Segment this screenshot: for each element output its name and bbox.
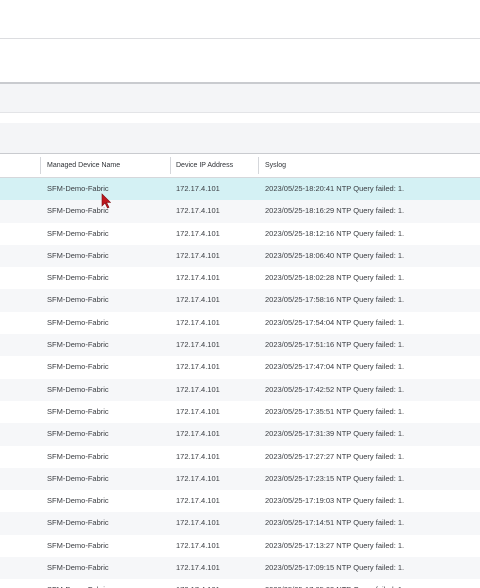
device-name-cell: SFM-Demo-Fabric: [47, 579, 109, 588]
table-row[interactable]: SFM-Demo-Fabric 172.17.4.101 2023/05/25-17…: [0, 334, 480, 357]
table-row[interactable]: SFM-Demo-Fabric 172.17.4.101 2023/05/25-17…: [0, 423, 480, 446]
syslog-page: Managed Device Name Device IP Address Sy…: [0, 0, 480, 588]
device-name-cell: SFM-Demo-Fabric: [47, 473, 109, 483]
device-name-cell: SFM-Demo-Fabric: [47, 317, 109, 327]
device-name-cell: SFM-Demo-Fabric: [47, 563, 109, 573]
syslog-cell: 2023/05/25-18:02:28 NTP Query failed: 1.: [265, 273, 405, 283]
mouse-pointer-icon: [101, 193, 111, 209]
ip-address-cell: 172.17.4.101: [176, 295, 220, 305]
table-row[interactable]: SFM-Demo-Fabric 172.17.4.101 2023/05/25-17…: [0, 467, 480, 491]
table-row[interactable]: SFM-Demo-Fabric 172.17.4.101 2023/05/25-18…: [0, 267, 480, 290]
device-name-cell: SFM-Demo-Fabric: [47, 340, 109, 350]
column-header-device-ip-address[interactable]: Device IP Address: [176, 154, 233, 177]
syslog-cell: 2023/05/25-17:58:16 NTP Query failed: 1.: [265, 295, 405, 305]
device-name-cell: SFM-Demo-Fabric: [47, 540, 109, 550]
syslog-cell: 2023/05/25-17:05:03 NTP Query failed: 1.: [265, 579, 404, 588]
syslog-cell: 2023/05/25-18:06:40 NTP Query failed: 1.: [265, 250, 405, 260]
ip-address-cell: 172.17.4.101: [176, 273, 220, 283]
device-name-cell: SFM-Demo-Fabric: [47, 273, 109, 283]
device-name-cell: SFM-Demo-Fabric: [47, 250, 109, 260]
table-row[interactable]: SFM-Demo-Fabric 172.17.4.101 2023/05/25-17…: [0, 400, 480, 424]
syslog-cell: 2023/05/25-17:47:04 NTP Query failed: 1.: [265, 362, 405, 372]
ip-address-cell: 172.17.4.101: [176, 184, 220, 193]
ip-address-cell: 172.17.4.101: [176, 250, 220, 260]
device-name-cell: SFM-Demo-Fabric: [47, 384, 109, 394]
filter-bar: [0, 39, 480, 84]
syslog-cell: 2023/05/25-17:31:39 NTP Query failed: 1.: [265, 429, 405, 439]
syslog-cell: 2023/05/25-17:35:51 NTP Query failed: 1.: [265, 406, 405, 416]
syslog-cell: 2023/05/25-17:13:27 NTP Query failed: 1.: [265, 540, 405, 550]
table-row[interactable]: SFM-Demo-Fabric 172.17.4.101 2023/05/25-17…: [0, 311, 480, 335]
ip-address-cell: 172.17.4.101: [176, 340, 220, 350]
syslog-cell: 2023/05/25-18:16:29 NTP Query failed: 1.: [265, 206, 405, 216]
ip-address-cell: 172.17.4.101: [176, 362, 220, 372]
table-row[interactable]: SFM-Demo-Fabric 172.17.4.101 2023/05/25-18…: [0, 200, 480, 223]
table-row[interactable]: SFM-Demo-Fabric 172.17.4.101 2023/05/25-17…: [0, 579, 480, 588]
ip-address-cell: 172.17.4.101: [176, 206, 220, 216]
device-name-cell: SFM-Demo-Fabric: [47, 228, 109, 238]
table-row[interactable]: SFM-Demo-Fabric 172.17.4.101 2023/05/25-18…: [0, 222, 480, 245]
spacer: [0, 113, 480, 123]
section-header: [0, 84, 480, 113]
device-name-cell: SFM-Demo-Fabric: [47, 295, 109, 305]
column-header-managed-device-name[interactable]: Managed Device Name: [47, 154, 120, 177]
ip-address-cell: 172.17.4.101: [176, 317, 220, 327]
ip-address-cell: 172.17.4.101: [176, 406, 220, 416]
ip-address-cell: 172.17.4.101: [176, 473, 220, 483]
ip-address-cell: 172.17.4.101: [176, 429, 220, 439]
column-header-syslog[interactable]: Syslog: [265, 154, 286, 177]
table-row[interactable]: SFM-Demo-Fabric 172.17.4.101 2023/05/25-17…: [0, 490, 480, 513]
device-name-cell: SFM-Demo-Fabric: [47, 206, 109, 216]
table-toolbar: [0, 123, 480, 154]
top-toolbar: [0, 0, 480, 39]
ip-address-cell: 172.17.4.101: [176, 451, 220, 461]
syslog-cell: 2023/05/25-17:51:16 NTP Query failed: 1.: [265, 340, 405, 350]
table-row[interactable]: SFM-Demo-Fabric 172.17.4.101 2023/05/25-17…: [0, 445, 480, 468]
syslog-cell: 2023/05/25-18:20:41 NTP Query failed: 1.: [265, 184, 405, 193]
syslog-cell: 2023/05/25-17:09:15 NTP Query failed: 1.: [265, 563, 405, 573]
ip-address-cell: 172.17.4.101: [176, 579, 220, 588]
device-name-cell: SFM-Demo-Fabric: [47, 451, 109, 461]
ip-address-cell: 172.17.4.101: [176, 384, 220, 394]
column-divider[interactable]: [258, 157, 259, 174]
syslog-cell: 2023/05/25-18:12:16 NTP Query failed: 1.: [265, 228, 405, 238]
column-divider[interactable]: [40, 157, 41, 174]
table-row[interactable]: SFM-Demo-Fabric 172.17.4.101 2023/05/25-17…: [0, 289, 480, 312]
table-row[interactable]: SFM-Demo-Fabric 172.17.4.101 2023/05/25-18…: [0, 244, 480, 268]
syslog-cell: 2023/05/25-17:54:04 NTP Query failed: 1.: [265, 317, 405, 327]
device-name-cell: SFM-Demo-Fabric: [47, 406, 109, 416]
ip-address-cell: 172.17.4.101: [176, 228, 220, 238]
column-divider[interactable]: [170, 157, 171, 174]
syslog-cell: 2023/05/25-17:42:52 NTP Query failed: 1.: [265, 384, 405, 394]
table-row[interactable]: SFM-Demo-Fabric 172.17.4.101 2023/05/25-18…: [0, 178, 480, 201]
device-name-cell: SFM-Demo-Fabric: [47, 184, 109, 193]
ip-address-cell: 172.17.4.101: [176, 563, 220, 573]
syslog-cell: 2023/05/25-17:14:51 NTP Query failed: 1.: [265, 518, 405, 528]
table-row[interactable]: SFM-Demo-Fabric 172.17.4.101 2023/05/25-17…: [0, 557, 480, 580]
device-name-cell: SFM-Demo-Fabric: [47, 518, 109, 528]
table-row[interactable]: SFM-Demo-Fabric 172.17.4.101 2023/05/25-17…: [0, 512, 480, 535]
table-row[interactable]: SFM-Demo-Fabric 172.17.4.101 2023/05/25-17…: [0, 378, 480, 401]
ip-address-cell: 172.17.4.101: [176, 496, 220, 506]
device-name-cell: SFM-Demo-Fabric: [47, 496, 109, 506]
syslog-cell: 2023/05/25-17:23:15 NTP Query failed: 1.: [265, 473, 405, 483]
syslog-cell: 2023/05/25-17:27:27 NTP Query failed: 1.: [265, 451, 405, 461]
device-name-cell: SFM-Demo-Fabric: [47, 429, 109, 439]
table-header: Managed Device Name Device IP Address Sy…: [0, 154, 480, 178]
table-row[interactable]: SFM-Demo-Fabric 172.17.4.101 2023/05/25-17…: [0, 356, 480, 379]
ip-address-cell: 172.17.4.101: [176, 518, 220, 528]
syslog-cell: 2023/05/25-17:19:03 NTP Query failed: 1.: [265, 496, 405, 506]
table-body: SFM-Demo-Fabric 172.17.4.101 2023/05/25-18…: [0, 178, 480, 588]
device-name-cell: SFM-Demo-Fabric: [47, 362, 109, 372]
ip-address-cell: 172.17.4.101: [176, 540, 220, 550]
syslog-table: Managed Device Name Device IP Address Sy…: [0, 154, 480, 588]
table-row[interactable]: SFM-Demo-Fabric 172.17.4.101 2023/05/25-17…: [0, 534, 480, 558]
